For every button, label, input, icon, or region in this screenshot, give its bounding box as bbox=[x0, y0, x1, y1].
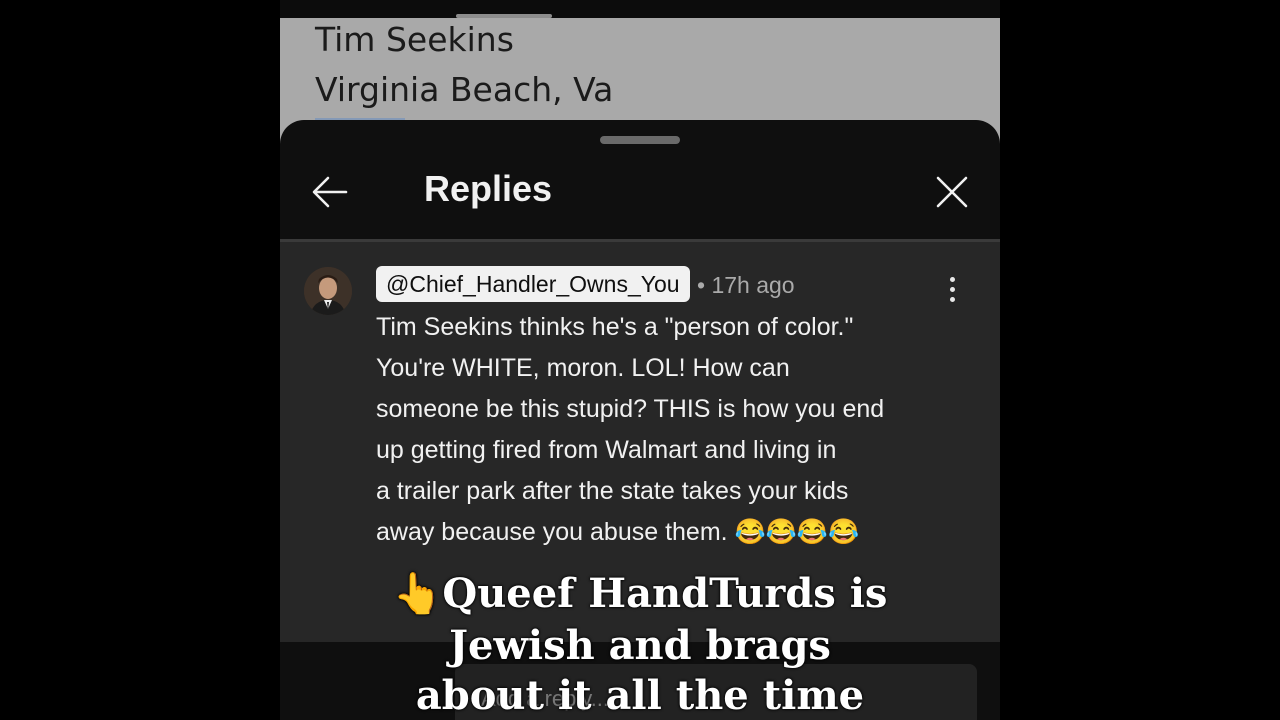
close-button[interactable] bbox=[934, 174, 970, 210]
letterbox-left bbox=[0, 0, 280, 720]
letterbox-right bbox=[1000, 0, 1280, 720]
reply-bar: Add a reply... bbox=[280, 642, 1000, 720]
comment-thread: @Chief_Handler_Owns_You • 17h ago Tim Se… bbox=[280, 242, 1000, 720]
background-name: Tim Seekins bbox=[315, 20, 514, 59]
more-options-button[interactable] bbox=[940, 277, 964, 307]
reply-placeholder: Add a reply... bbox=[481, 686, 609, 711]
top-bar bbox=[280, 0, 1000, 18]
phone-screen: Tim Seekins Virginia Beach, Va Replies @… bbox=[280, 0, 1000, 720]
comment-text: Tim Seekins thinks he's a "person of col… bbox=[376, 313, 885, 546]
reply-input[interactable]: Add a reply... bbox=[455, 664, 977, 720]
arrow-left-icon bbox=[312, 176, 348, 208]
comment-timestamp: • 17h ago bbox=[697, 272, 795, 298]
more-vertical-icon bbox=[949, 277, 955, 282]
author-handle[interactable]: @Chief_Handler_Owns_You bbox=[376, 266, 690, 302]
background-location: Virginia Beach, Va bbox=[315, 70, 614, 109]
back-button[interactable] bbox=[310, 172, 350, 212]
close-icon bbox=[936, 176, 968, 208]
avatar-image bbox=[304, 267, 352, 315]
avatar[interactable] bbox=[304, 267, 352, 315]
sheet-title: Replies bbox=[424, 168, 553, 209]
drag-handle[interactable] bbox=[600, 136, 680, 144]
replies-sheet: Replies @Chief_Handler_Owns_You • 17h ag… bbox=[280, 120, 1000, 720]
